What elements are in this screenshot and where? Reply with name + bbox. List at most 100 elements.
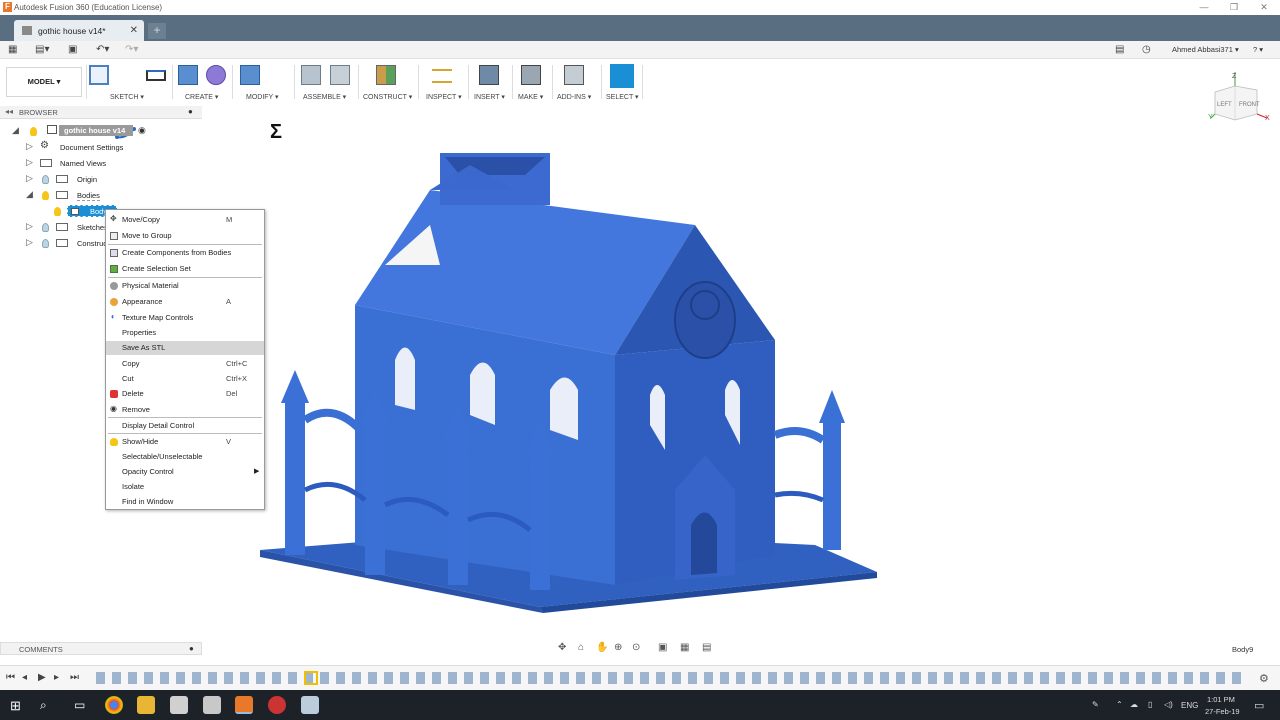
expand-icon[interactable]: ▷ — [26, 221, 33, 232]
create-menu[interactable]: CREATE ▾ — [185, 93, 218, 101]
step-forward-icon[interactable]: ▸ — [54, 672, 59, 683]
onedrive-icon[interactable]: ☁ — [1130, 700, 1138, 709]
menu-item-save-as-stl[interactable]: Save As STL — [106, 341, 264, 355]
document-tab[interactable]: gothic house v14* ✕ — [14, 20, 144, 41]
collapse-root-icon[interactable]: ◢ — [12, 125, 19, 136]
visibility-bulb-icon[interactable] — [54, 207, 61, 216]
browser-item-sketches[interactable]: Sketches — [77, 223, 105, 232]
3d-print-icon[interactable] — [521, 65, 541, 85]
minimize-button[interactable]: — — [1188, 0, 1220, 15]
show-hidden-icons[interactable]: ⌃ — [1116, 700, 1123, 709]
menu-item-physical-material[interactable]: Physical Material — [106, 279, 264, 293]
visibility-bulb-icon[interactable] — [42, 175, 49, 184]
restore-button[interactable]: ❐ — [1218, 0, 1250, 15]
viewports-icon[interactable]: ▤ — [702, 642, 711, 653]
browser-item-bodies[interactable]: Bodies — [77, 191, 100, 201]
scripts-addins-icon[interactable] — [564, 65, 584, 85]
notifications-icon[interactable]: ▭ — [1254, 699, 1264, 712]
menu-item-create-components[interactable]: Create Components from Bodies — [106, 246, 264, 260]
step-back-icon[interactable]: ◂ — [22, 672, 27, 683]
visibility-bulb-icon[interactable] — [42, 191, 49, 200]
display-settings-icon[interactable]: ▣ — [658, 642, 667, 653]
browser-item-document-settings[interactable]: Document Settings — [60, 143, 123, 152]
measure-icon[interactable] — [432, 69, 452, 83]
close-tab-icon[interactable]: ✕ — [130, 25, 138, 36]
expand-icon[interactable]: ▷ — [26, 237, 33, 248]
app-icon[interactable] — [301, 696, 319, 714]
mail-icon[interactable] — [170, 696, 188, 714]
redo-icon[interactable]: ↷▾ — [125, 44, 138, 55]
create-sketch-icon[interactable] — [89, 65, 109, 85]
fusion-taskbar-icon[interactable] — [235, 696, 253, 714]
menu-item-properties[interactable]: Properties — [106, 326, 264, 340]
menu-item-opacity-control[interactable]: Opacity Control ▶ — [106, 465, 264, 479]
menu-item-find-in-window[interactable]: Find in Window — [106, 495, 264, 509]
menu-item-copy[interactable]: Copy Ctrl+C — [106, 357, 264, 371]
look-at-icon[interactable]: ⌂ — [578, 642, 584, 653]
extrude-icon[interactable] — [178, 65, 198, 85]
offset-plane-icon[interactable] — [376, 65, 396, 85]
menu-item-create-selection-set[interactable]: Create Selection Set — [106, 262, 264, 276]
file-menu-icon[interactable]: ▤▾ — [35, 44, 49, 55]
volume-icon[interactable]: ◁) — [1164, 700, 1173, 709]
search-icon[interactable]: ⌕ — [40, 698, 47, 713]
workspace-switcher[interactable]: MODEL ▾ — [6, 67, 82, 97]
menu-item-cut[interactable]: Cut Ctrl+X — [106, 372, 264, 386]
menu-item-delete[interactable]: Delete Del — [106, 387, 264, 401]
comments-panel[interactable]: COMMENTS ● — [0, 642, 202, 655]
file-explorer-icon[interactable] — [137, 696, 155, 714]
visibility-bulb-icon[interactable] — [42, 239, 49, 248]
language-indicator[interactable]: ENG — [1181, 701, 1198, 710]
select-icon[interactable] — [610, 64, 634, 88]
menu-item-show-hide[interactable]: Show/Hide V — [106, 435, 264, 449]
rectangle-icon[interactable] — [146, 70, 166, 81]
press-pull-icon[interactable] — [240, 65, 260, 85]
sketch-menu[interactable]: SKETCH ▾ — [110, 93, 144, 101]
windows-start-icon[interactable]: ⊞ — [10, 698, 21, 714]
go-to-end-icon[interactable]: ⏭ — [70, 672, 79, 683]
addins-menu[interactable]: ADD-INS ▾ — [557, 93, 591, 101]
pan-icon[interactable]: ✋ — [596, 642, 608, 653]
menu-item-move-to-group[interactable]: Move to Group — [106, 229, 264, 243]
collapse-browser-icon[interactable]: ◂◂ — [5, 107, 13, 116]
fit-icon[interactable]: ⊙ — [632, 642, 640, 653]
timeline-selected-feature[interactable] — [304, 671, 318, 685]
new-tab-button[interactable]: + — [148, 23, 166, 39]
insert-menu[interactable]: INSERT ▾ — [474, 93, 505, 101]
job-status-icon[interactable]: ▤ — [1115, 44, 1124, 55]
new-component-icon[interactable] — [301, 65, 321, 85]
clock-time[interactable]: 1:01 PM — [1207, 695, 1235, 704]
data-panel-icon[interactable]: ▦ — [8, 44, 17, 55]
browser-item-construction[interactable]: Construction — [77, 239, 105, 248]
go-to-start-icon[interactable]: ⏮ — [6, 672, 15, 683]
user-account-menu[interactable]: Ahmed Abbasi371 ▾ — [1172, 45, 1239, 54]
root-component[interactable]: gothic house v14 — [59, 125, 133, 136]
store-icon[interactable] — [203, 696, 221, 714]
play-icon[interactable]: ▶ — [38, 672, 46, 683]
menu-item-isolate[interactable]: Isolate — [106, 480, 264, 494]
network-icon[interactable]: ▯ — [1148, 700, 1152, 709]
assemble-menu[interactable]: ASSEMBLE ▾ — [303, 93, 346, 101]
visibility-bulb-icon[interactable] — [42, 223, 49, 232]
grid-icon[interactable]: ▦ — [680, 642, 689, 653]
expand-icon[interactable]: ▷ — [26, 141, 33, 152]
construct-menu[interactable]: CONSTRUCT ▾ — [363, 93, 412, 101]
joint-icon[interactable] — [330, 65, 350, 85]
pen-icon[interactable]: ✎ — [1092, 700, 1099, 709]
menu-item-selectable[interactable]: Selectable/Unselectable — [106, 450, 264, 464]
form-icon[interactable] — [206, 65, 226, 85]
viewcube[interactable]: Z LEFT FRONT X Y — [1205, 70, 1275, 130]
zoom-icon[interactable]: ⊕ — [614, 642, 622, 653]
chrome-icon[interactable] — [105, 696, 123, 714]
expand-icon[interactable]: ▷ — [26, 157, 33, 168]
modify-menu[interactable]: MODIFY ▾ — [246, 93, 279, 101]
insert-image-icon[interactable] — [479, 65, 499, 85]
orbit-icon[interactable]: ✥ — [558, 642, 566, 653]
browser-item-origin[interactable]: Origin — [77, 175, 97, 184]
comments-pin-icon[interactable]: ● — [189, 644, 194, 653]
make-menu[interactable]: MAKE ▾ — [518, 93, 543, 101]
collapse-icon[interactable]: ◢ — [26, 189, 33, 200]
menu-item-appearance[interactable]: Appearance A — [106, 295, 264, 309]
menu-item-texture-map-controls[interactable]: ◖ Texture Map Controls — [106, 311, 264, 325]
undo-icon[interactable]: ↶▾ — [96, 44, 109, 55]
